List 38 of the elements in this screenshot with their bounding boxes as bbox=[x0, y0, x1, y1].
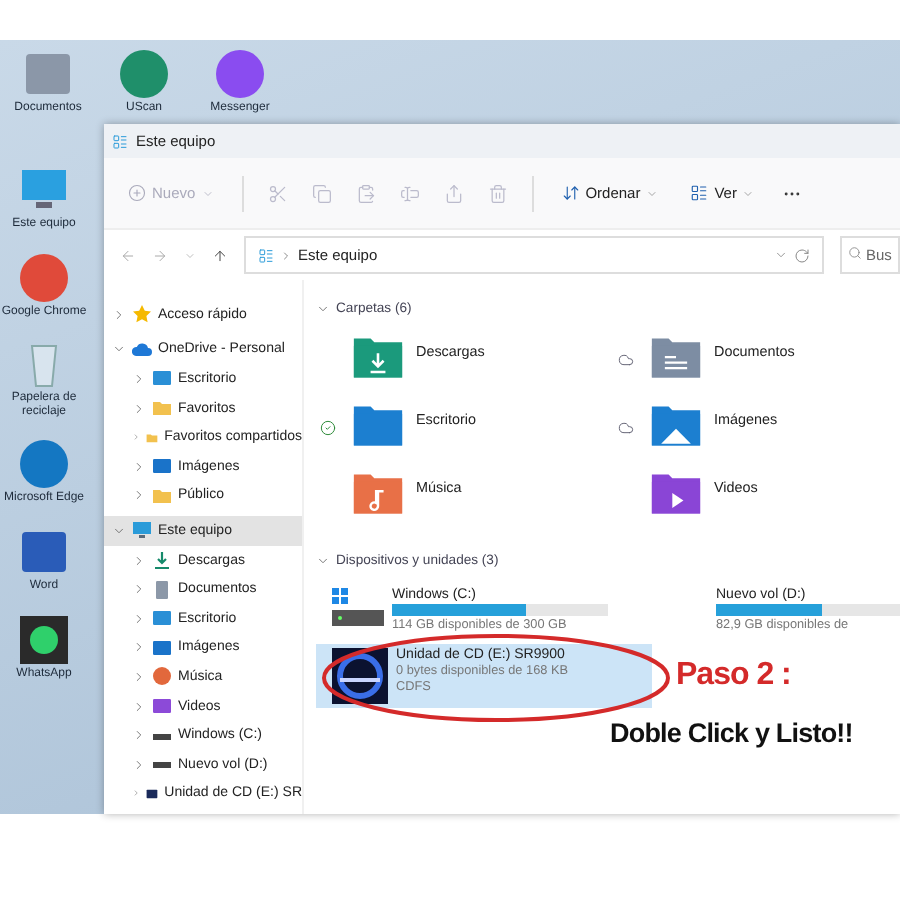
desktop-icon bbox=[152, 608, 172, 629]
desktop-icon bbox=[152, 368, 172, 389]
download-icon bbox=[152, 550, 172, 571]
step-label: Paso 2 : bbox=[676, 658, 791, 694]
cloud-icon bbox=[618, 352, 634, 368]
copy-icon bbox=[311, 183, 332, 203]
document-icon bbox=[152, 579, 172, 600]
star-icon bbox=[132, 304, 152, 325]
chevron-right-icon bbox=[112, 307, 126, 322]
trash-icon bbox=[487, 183, 508, 203]
back-icon bbox=[120, 247, 136, 263]
chevron-down-icon bbox=[112, 342, 126, 357]
up-icon bbox=[212, 247, 228, 263]
check-circle-icon bbox=[320, 420, 336, 436]
chevron-right-icon bbox=[280, 249, 292, 261]
chevron-down-icon bbox=[112, 523, 126, 538]
scissors-icon bbox=[267, 183, 288, 203]
view-icon bbox=[690, 184, 709, 202]
plus-icon bbox=[128, 184, 146, 202]
chevron-down-icon bbox=[316, 553, 330, 567]
sort-icon bbox=[561, 184, 580, 202]
share-icon bbox=[443, 183, 464, 203]
caret-icon bbox=[201, 187, 214, 199]
app-icon[interactable] bbox=[118, 48, 170, 100]
forward-icon bbox=[152, 247, 168, 263]
refresh-icon bbox=[794, 247, 810, 263]
chevron-down-icon bbox=[316, 301, 330, 315]
caret-icon bbox=[646, 187, 659, 199]
recent-icon bbox=[184, 249, 196, 261]
paste-icon bbox=[355, 183, 376, 203]
cloud-icon bbox=[618, 420, 634, 436]
rename-icon bbox=[399, 183, 420, 203]
drive-icon bbox=[332, 588, 384, 628]
instruction-text: Doble Click y Listo!! bbox=[610, 718, 853, 748]
search-icon bbox=[848, 246, 862, 260]
cloud-icon bbox=[132, 339, 152, 360]
caret-icon bbox=[742, 187, 755, 199]
chevron-down-icon bbox=[774, 248, 788, 262]
